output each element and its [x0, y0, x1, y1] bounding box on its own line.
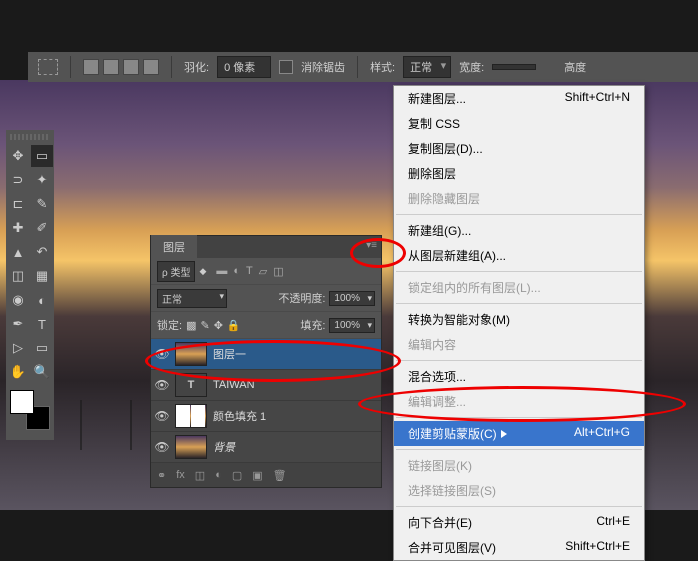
layer-thumb[interactable]	[175, 404, 207, 428]
menu-item[interactable]: 新建组(G)...	[394, 218, 644, 243]
visibility-icon[interactable]: 👁	[155, 440, 169, 454]
zoom-tool-icon[interactable]: 🔍	[31, 361, 53, 383]
adjustment-icon[interactable]: ◐	[215, 469, 222, 481]
menu-item[interactable]: 向下合并(E)Ctrl+E	[394, 510, 644, 535]
feather-input[interactable]: 0 像素	[217, 56, 271, 78]
menu-item: 编辑调整...	[394, 389, 644, 414]
layer-context-menu: 新建图层...Shift+Ctrl+N复制 CSS复制图层(D)...删除图层删…	[393, 85, 645, 561]
lock-paint-icon[interactable]: ✎	[200, 319, 209, 332]
menu-item: 编辑内容	[394, 332, 644, 357]
layer-thumb[interactable]	[175, 435, 207, 459]
menu-item[interactable]: 复制图层(D)...	[394, 136, 644, 161]
filter-pixel-icon[interactable]: ▬	[216, 265, 227, 278]
visibility-icon[interactable]: 👁	[155, 347, 169, 361]
layer-name[interactable]: 背景	[213, 439, 235, 455]
wand-tool-icon[interactable]: ✦	[31, 169, 53, 191]
layers-panel: 图层 ▾≡ ρ 类型 ◆ ▬ ◐ T ▱ ◫ 正常 不透明度: 100% 锁定:…	[150, 235, 382, 488]
filter-adjust-icon[interactable]: ◐	[233, 265, 240, 278]
style-label: 样式:	[370, 59, 395, 75]
width-input[interactable]	[492, 64, 536, 70]
fx-icon[interactable]: fx	[176, 469, 185, 481]
history-brush-icon[interactable]: ↶	[31, 241, 53, 263]
visibility-icon[interactable]: 👁	[155, 409, 169, 423]
options-bar: 羽化: 0 像素 消除锯齿 样式: 正常 宽度: 高度	[28, 52, 698, 82]
tools-panel: ✥▭ ⊃✦ ⊏✎ ✚✐ ▲↶ ◫▦ ◉◐ ✒T ▷▭ ✋🔍	[6, 130, 54, 440]
blend-mode-dropdown[interactable]: 正常	[157, 289, 227, 308]
lock-position-icon[interactable]: ✥	[214, 319, 223, 332]
mask-icon[interactable]: ◫	[195, 469, 205, 482]
selection-mode-icons[interactable]	[83, 59, 159, 75]
pen-tool-icon[interactable]: ✒	[7, 313, 29, 335]
width-label: 宽度:	[459, 59, 484, 75]
healing-tool-icon[interactable]: ✚	[7, 217, 29, 239]
foreground-color[interactable]	[10, 390, 34, 414]
path-select-icon[interactable]: ▷	[7, 337, 29, 359]
style-dropdown[interactable]: 正常	[403, 56, 451, 78]
filter-kind-dropdown[interactable]: ρ 类型	[157, 261, 195, 282]
antialias-label: 消除锯齿	[301, 59, 345, 75]
color-swatches[interactable]	[10, 390, 50, 430]
filter-shape-icon[interactable]: ▱	[259, 265, 267, 278]
antialias-checkbox[interactable]	[279, 60, 293, 74]
layers-footer: ⚭ fx ◫ ◐ ▢ ▣ 🗑	[151, 463, 381, 487]
menu-item[interactable]: 新建图层...Shift+Ctrl+N	[394, 86, 644, 111]
lock-label: 锁定:	[157, 317, 182, 333]
stamp-tool-icon[interactable]: ▲	[7, 241, 29, 263]
hand-tool-icon[interactable]: ✋	[7, 361, 29, 383]
opacity-input[interactable]: 100%	[329, 291, 375, 306]
menu-item[interactable]: 复制 CSS	[394, 111, 644, 136]
feather-label: 羽化:	[184, 59, 209, 75]
lock-all-icon[interactable]: 🔒	[227, 319, 241, 332]
layer-item[interactable]: 👁 图层一	[151, 339, 381, 370]
menu-item[interactable]: 合并可见图层(V)Shift+Ctrl+E	[394, 535, 644, 560]
lock-transparent-icon[interactable]: ▩	[186, 319, 196, 332]
layers-tab[interactable]: 图层	[151, 235, 197, 259]
move-tool-icon[interactable]: ✥	[7, 145, 29, 167]
menu-item[interactable]: 删除图层	[394, 161, 644, 186]
filter-smart-icon[interactable]: ◫	[273, 265, 283, 278]
height-label: 高度	[564, 59, 586, 75]
lasso-tool-icon[interactable]: ⊃	[7, 169, 29, 191]
gradient-tool-icon[interactable]: ▦	[31, 265, 53, 287]
fill-input[interactable]: 100%	[329, 318, 375, 333]
layer-name[interactable]: TAIWAN	[213, 379, 255, 391]
layer-list: 👁 图层一 👁 T TAIWAN 👁 颜色填充 1 👁 背景	[151, 339, 381, 463]
layer-item[interactable]: 👁 背景	[151, 432, 381, 463]
marquee-tool-icon[interactable]: ▭	[31, 145, 53, 167]
layer-thumb[interactable]	[175, 342, 207, 366]
menu-item[interactable]: 创建剪贴蒙版(C)Alt+Ctrl+G	[394, 421, 644, 446]
eyedropper-tool-icon[interactable]: ✎	[31, 193, 53, 215]
layer-item[interactable]: 👁 颜色填充 1	[151, 401, 381, 432]
eraser-tool-icon[interactable]: ◫	[7, 265, 29, 287]
new-layer-icon[interactable]: ▣	[252, 469, 262, 482]
shape-tool-icon[interactable]: ▭	[31, 337, 53, 359]
layer-name[interactable]: 图层一	[213, 346, 246, 362]
blur-tool-icon[interactable]: ◉	[7, 289, 29, 311]
fill-label: 填充:	[300, 317, 325, 333]
menu-item[interactable]: 混合选项...	[394, 364, 644, 389]
marquee-icon	[38, 59, 58, 75]
layer-item[interactable]: 👁 T TAIWAN	[151, 370, 381, 401]
delete-icon[interactable]: 🗑	[273, 469, 287, 482]
menu-item: 选择链接图层(S)	[394, 478, 644, 503]
layer-name[interactable]: 颜色填充 1	[213, 408, 266, 424]
visibility-icon[interactable]: 👁	[155, 378, 169, 392]
dodge-tool-icon[interactable]: ◐	[31, 289, 53, 311]
panel-menu-icon[interactable]: ▾≡	[366, 240, 377, 251]
opacity-label: 不透明度:	[278, 290, 325, 306]
filter-type-icon[interactable]: T	[246, 265, 253, 278]
crop-tool-icon[interactable]: ⊏	[7, 193, 29, 215]
link-layers-icon[interactable]: ⚭	[157, 469, 166, 482]
menu-item: 删除隐藏图层	[394, 186, 644, 211]
menu-item: 锁定组内的所有图层(L)...	[394, 275, 644, 300]
type-tool-icon[interactable]: T	[31, 313, 53, 335]
menu-item: 链接图层(K)	[394, 453, 644, 478]
group-icon[interactable]: ▢	[232, 469, 242, 482]
menu-item[interactable]: 从图层新建组(A)...	[394, 243, 644, 268]
layer-thumb[interactable]: T	[175, 373, 207, 397]
brush-tool-icon[interactable]: ✐	[31, 217, 53, 239]
menu-item[interactable]: 转换为智能对象(M)	[394, 307, 644, 332]
